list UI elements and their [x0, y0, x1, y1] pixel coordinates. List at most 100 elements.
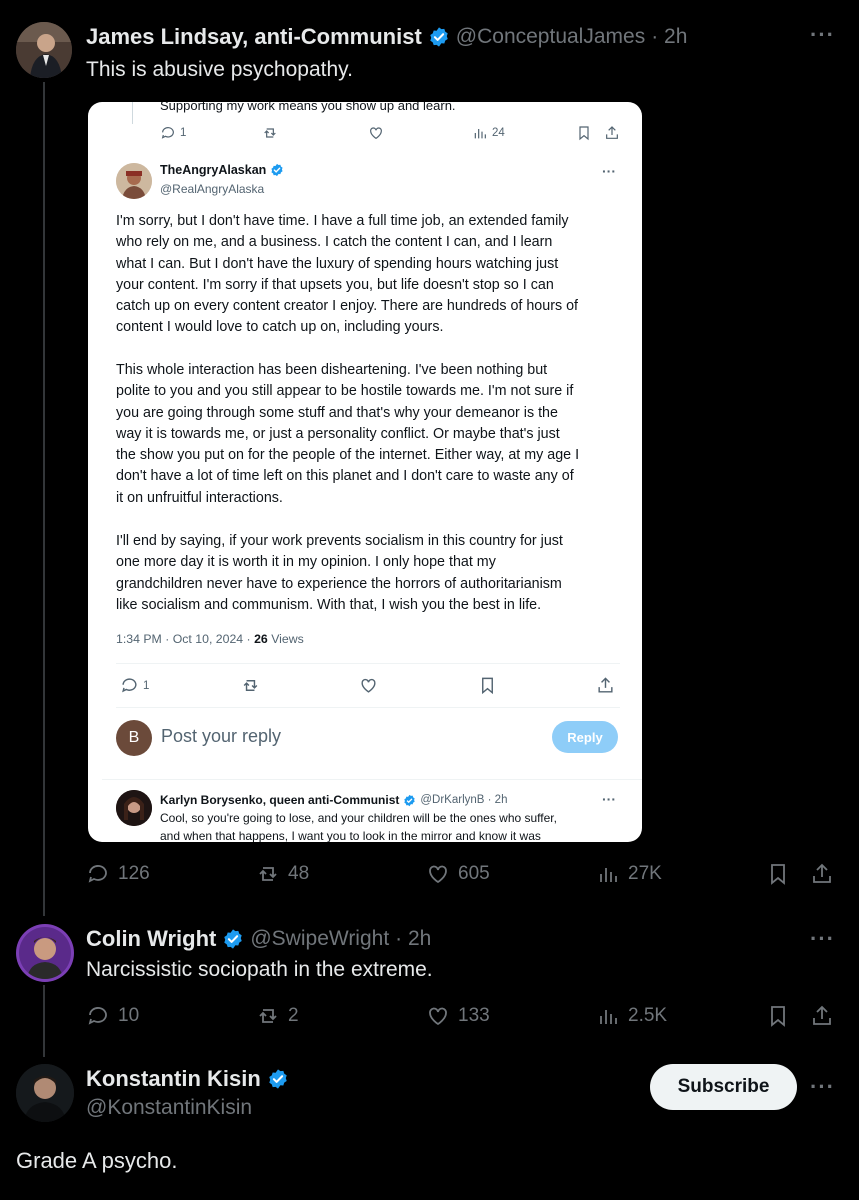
- reply-icon: [161, 127, 174, 139]
- reply-text: Cool, so you're going to lose, and your …: [160, 811, 557, 825]
- author-handle[interactable]: @ConceptualJames: [456, 25, 645, 49]
- verified-badge-icon: [430, 27, 448, 47]
- divider: [116, 663, 620, 664]
- post-time[interactable]: · 2h: [651, 25, 687, 49]
- share-icon: [813, 1005, 831, 1025]
- bookmark-icon: [771, 1006, 785, 1027]
- views-action[interactable]: 24: [472, 125, 505, 141]
- more-options-icon[interactable]: ···: [810, 22, 835, 48]
- bookmark-action[interactable]: [576, 125, 592, 146]
- views-action[interactable]: 27K: [596, 862, 662, 886]
- post-timestamp[interactable]: 1:34 PM · Oct 10, 2024 · 26 Views: [116, 632, 304, 646]
- author-name[interactable]: Konstantin Kisin: [86, 1066, 261, 1092]
- body-line: This whole interaction has been disheart…: [116, 362, 548, 378]
- share-action[interactable]: [810, 1004, 834, 1028]
- body-line: your content. I'm sorry if that upsets y…: [116, 276, 554, 293]
- reply-action[interactable]: 10: [86, 1004, 139, 1028]
- body-line: what I can. But I don't have the luxury …: [116, 255, 559, 272]
- post-time[interactable]: · 2h: [395, 927, 431, 951]
- bookmark-icon: [771, 864, 785, 885]
- bookmark-action[interactable]: [478, 676, 497, 700]
- heart-icon: [361, 678, 376, 693]
- reply-input[interactable]: Post your reply: [161, 726, 281, 747]
- body-line: I'm sorry, but I don't have time. I have…: [116, 213, 569, 229]
- reply-button[interactable]: Reply: [552, 721, 618, 753]
- verified-badge-icon: [271, 163, 283, 177]
- like-action[interactable]: 605: [426, 862, 490, 886]
- avatar[interactable]: [116, 790, 152, 826]
- views-icon: [600, 868, 617, 882]
- author-name[interactable]: TheAngryAlaskan: [160, 163, 266, 177]
- bookmark-icon: [482, 677, 493, 695]
- reply-action[interactable]: 1: [120, 676, 149, 695]
- tweet-header: James Lindsay, anti-Communist @Conceptua…: [86, 24, 687, 50]
- body-line: polite to you and you still appear to be…: [116, 383, 574, 400]
- author-name[interactable]: Karlyn Borysenko, queen anti-Communist: [160, 793, 399, 807]
- tweet-header: Colin Wright @SwipeWright · 2h: [86, 926, 431, 952]
- share-action[interactable]: [604, 125, 620, 146]
- verified-badge-icon: [404, 794, 416, 806]
- author-handle[interactable]: @KonstantinKisin: [86, 1096, 252, 1120]
- avatar[interactable]: [16, 1064, 74, 1122]
- tweet-text: This is abusive psychopathy.: [86, 58, 353, 81]
- repost-action[interactable]: [262, 125, 278, 146]
- divider: [102, 779, 642, 780]
- bookmark-action[interactable]: [766, 862, 790, 886]
- repost-action[interactable]: [241, 676, 260, 700]
- body-line: content I would love to catch up on, inc…: [116, 319, 444, 336]
- tweet-body: This whole interaction has been disheart…: [116, 360, 579, 509]
- subscribe-button[interactable]: Subscribe: [650, 1064, 797, 1110]
- repost-icon: [259, 867, 277, 881]
- author-handle[interactable]: @DrKarlynB · 2h: [420, 794, 507, 806]
- heart-icon: [429, 1007, 447, 1026]
- repost-icon: [259, 1009, 277, 1023]
- thread-connector: [43, 82, 45, 916]
- more-options-icon[interactable]: ···: [602, 163, 616, 179]
- repost-icon: [264, 128, 276, 138]
- author-handle[interactable]: @RealAngryAlaska: [160, 182, 264, 196]
- share-icon: [813, 863, 831, 883]
- verified-badge-icon: [224, 929, 243, 949]
- avatar[interactable]: [16, 924, 74, 982]
- avatar[interactable]: [116, 163, 152, 199]
- repost-action[interactable]: 2: [256, 1004, 299, 1028]
- share-icon: [598, 677, 613, 693]
- views-icon: [600, 1010, 617, 1024]
- thread-connector: [132, 102, 133, 124]
- body-line: like socialism and communism. With that,…: [116, 596, 542, 613]
- cut-off-text: Supporting my work means you show up and…: [160, 102, 456, 113]
- embedded-screenshot[interactable]: Supporting my work means you show up and…: [88, 102, 642, 842]
- like-action[interactable]: 133: [426, 1004, 490, 1028]
- body-line: you are going through some stuff and tha…: [116, 404, 558, 421]
- heart-icon: [429, 865, 447, 884]
- verified-badge-icon: [269, 1069, 287, 1089]
- author-handle[interactable]: @SwipeWright: [250, 927, 389, 951]
- reply-text: and when that happens, I want you to loo…: [160, 829, 541, 842]
- author-name[interactable]: Colin Wright: [86, 926, 216, 952]
- tweet-body: I'm sorry, but I don't have time. I have…: [116, 211, 578, 339]
- more-options-icon[interactable]: ···: [810, 926, 835, 952]
- body-line: who rely on me, and a business. I catch …: [116, 234, 553, 251]
- repost-icon: [243, 680, 258, 691]
- share-action[interactable]: [810, 862, 834, 886]
- more-options-icon[interactable]: ···: [602, 791, 616, 807]
- like-action[interactable]: [359, 676, 378, 700]
- body-line: I'll end by saying, if your work prevent…: [116, 533, 563, 549]
- reply-action[interactable]: 126: [86, 862, 150, 886]
- like-action[interactable]: [368, 125, 384, 146]
- author-name[interactable]: James Lindsay, anti-Communist: [86, 24, 422, 50]
- avatar[interactable]: [16, 22, 72, 78]
- body-line: one more day it is worth it in my opinio…: [116, 554, 496, 571]
- body-line: way it is towards me, or just a personal…: [116, 425, 560, 442]
- thread-connector: [43, 985, 45, 1057]
- user-avatar[interactable]: B: [116, 720, 152, 756]
- tweet-header: Konstantin Kisin: [86, 1066, 289, 1092]
- views-action[interactable]: 2.5K: [596, 1004, 667, 1028]
- repost-action[interactable]: 48: [256, 862, 309, 886]
- body-line: don't have a lot of time left on this pl…: [116, 468, 574, 485]
- reply-action[interactable]: 1: [160, 125, 186, 141]
- tweet-body: I'll end by saying, if your work prevent…: [116, 531, 563, 616]
- more-options-icon[interactable]: ···: [810, 1074, 835, 1100]
- share-action[interactable]: [596, 676, 615, 700]
- bookmark-action[interactable]: [766, 1004, 790, 1028]
